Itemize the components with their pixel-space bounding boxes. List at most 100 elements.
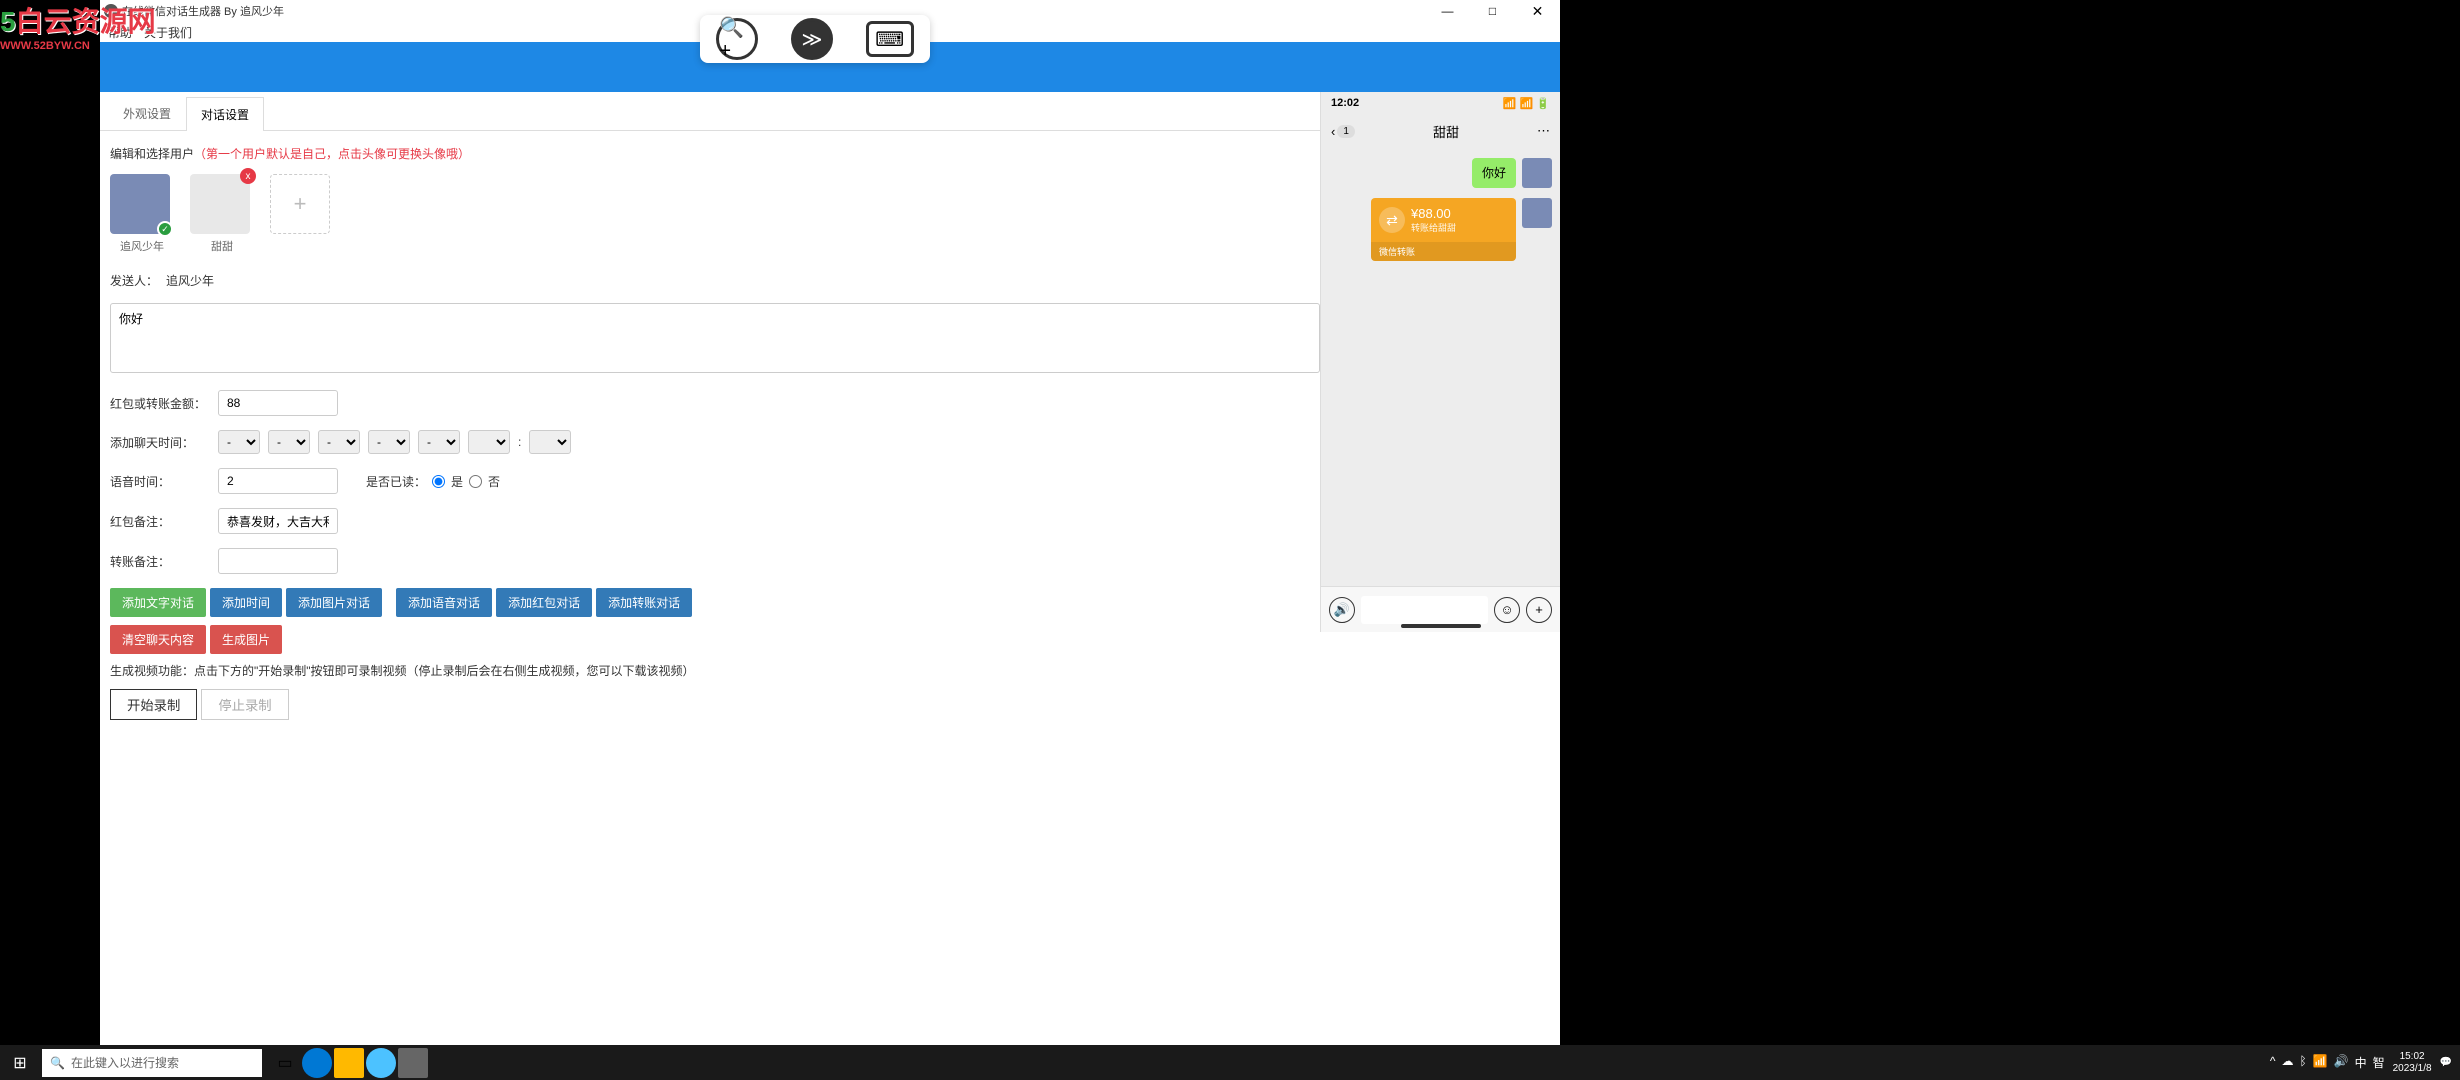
voice-label: 语音时间：: [110, 473, 210, 490]
transfer-row: ⇄ ¥88.00 转账给甜甜 微信转账: [1329, 198, 1552, 261]
time-select-6[interactable]: [468, 430, 510, 454]
tab-dialog[interactable]: 对话设置: [186, 97, 264, 131]
float-toolbar: 🔍+ ≫ ⌨: [700, 15, 930, 63]
minimize-button[interactable]: —: [1425, 0, 1470, 22]
phone-time: 12:02: [1331, 97, 1359, 109]
home-indicator: [1401, 624, 1481, 628]
plus-icon[interactable]: +: [270, 174, 330, 234]
transfer-avatar: [1522, 198, 1552, 228]
window-title: 在线微信对话生成器 By 追风少年: [122, 3, 284, 19]
tray-wifi-icon[interactable]: 📶: [2313, 1054, 2328, 1071]
redpacket-note-input[interactable]: [218, 508, 338, 534]
phone-back-button[interactable]: ‹ 1: [1331, 124, 1355, 139]
add-transfer-button[interactable]: 添加转账对话: [596, 588, 692, 617]
explorer-icon[interactable]: [334, 1048, 364, 1078]
search-placeholder: 在此键入以进行搜索: [71, 1054, 179, 1071]
edge-icon[interactable]: [302, 1048, 332, 1078]
time-select-7[interactable]: [529, 430, 571, 454]
start-button[interactable]: ⊞: [0, 1045, 40, 1080]
message-input[interactable]: 你好: [110, 303, 1320, 373]
check-icon: ✓: [157, 221, 173, 237]
tray-volume-icon[interactable]: 🔊: [2334, 1054, 2349, 1071]
amount-input[interactable]: [218, 390, 338, 416]
voice-input[interactable]: [218, 468, 338, 494]
right-black-bar: [1560, 0, 2460, 1045]
add-time-button[interactable]: 添加时间: [210, 588, 282, 617]
phone-signal-icons: 📶 📶 🔋: [1503, 97, 1550, 110]
read-yes-radio[interactable]: [432, 475, 445, 488]
redpacket-note-label: 红包备注：: [110, 513, 210, 530]
transfer-icon: ⇄: [1379, 207, 1405, 233]
avatar-self[interactable]: ✓: [110, 174, 170, 234]
left-black-bar: [0, 0, 100, 1045]
time-colon: :: [518, 435, 521, 449]
add-voice-button[interactable]: 添加语音对话: [396, 588, 492, 617]
tray-icons[interactable]: ^ ☁ ᛒ 📶 🔊 中 智: [2270, 1054, 2385, 1071]
read-radio-group: 是否已读： 是 否: [366, 473, 500, 490]
transfer-card[interactable]: ⇄ ¥88.00 转账给甜甜 微信转账: [1371, 198, 1516, 261]
task-icons: ▭: [270, 1048, 428, 1078]
read-label: 是否已读：: [366, 473, 426, 490]
taskbar-search[interactable]: 🔍 在此键入以进行搜索: [42, 1049, 262, 1077]
task-view-icon[interactable]: ▭: [270, 1048, 300, 1078]
add-user-card[interactable]: +: [270, 174, 334, 254]
time-label: 添加聊天时间：: [110, 434, 210, 451]
menu-about[interactable]: 关于我们: [144, 24, 192, 41]
remote-control-icon[interactable]: ≫: [791, 18, 833, 60]
remove-user-icon[interactable]: x: [240, 168, 256, 184]
plus-input-icon[interactable]: +: [1526, 597, 1552, 623]
menu-help[interactable]: 帮助: [108, 24, 132, 41]
time-select-3[interactable]: -: [318, 430, 360, 454]
user-name-other: 甜甜: [190, 238, 254, 254]
sender-value: 追风少年: [166, 272, 214, 289]
emoji-icon[interactable]: ☺: [1494, 597, 1520, 623]
app-window: 在线微信对话生成器 By 追风少年 — □ ✕ 帮助 关于我们 外观设置 对话设…: [100, 0, 1560, 1045]
amount-label: 红包或转账金额：: [110, 395, 210, 412]
taskbar: ⊞ 🔍 在此键入以进行搜索 ▭ ^ ☁ ᛒ 📶 🔊 中 智 15:02 2023…: [0, 1045, 2460, 1080]
phone-more-icon[interactable]: ⋯: [1537, 123, 1550, 139]
phone-status-bar: 12:02 📶 📶 🔋: [1321, 92, 1560, 114]
time-select-5[interactable]: -: [418, 430, 460, 454]
time-select-2[interactable]: -: [268, 430, 310, 454]
avatar-other[interactable]: x: [190, 174, 250, 234]
tray-ime2-icon[interactable]: 智: [2373, 1054, 2385, 1071]
message-bubble: 你好: [1472, 158, 1516, 188]
phone-body: 你好 ⇄ ¥88.00 转账给甜甜 微信转账: [1321, 148, 1560, 281]
zoom-in-icon[interactable]: 🔍+: [716, 18, 758, 60]
time-select-4[interactable]: -: [368, 430, 410, 454]
message-avatar: [1522, 158, 1552, 188]
transfer-label: 微信转账: [1371, 242, 1516, 261]
app-icon-1[interactable]: [366, 1048, 396, 1078]
app-icon: [104, 4, 118, 18]
transfer-sub: 转账给甜甜: [1411, 221, 1456, 234]
voice-input-icon[interactable]: 🔊: [1329, 597, 1355, 623]
transfer-note-label: 转账备注：: [110, 553, 210, 570]
tray-ime-icon[interactable]: 中: [2355, 1054, 2367, 1071]
tray-cloud-icon[interactable]: ☁: [2281, 1054, 2293, 1071]
read-no-radio[interactable]: [469, 475, 482, 488]
app-icon-2[interactable]: [398, 1048, 428, 1078]
add-image-button[interactable]: 添加图片对话: [286, 588, 382, 617]
clear-button[interactable]: 清空聊天内容: [110, 625, 206, 654]
tab-appearance[interactable]: 外观设置: [108, 96, 186, 130]
tray-bluetooth-icon[interactable]: ᛒ: [2299, 1054, 2306, 1071]
add-text-button[interactable]: 添加文字对话: [110, 588, 206, 617]
sender-label: 发送人：: [110, 272, 158, 289]
add-redpacket-button[interactable]: 添加红包对话: [496, 588, 592, 617]
tray-up-icon[interactable]: ^: [2270, 1054, 2276, 1071]
gen-image-button[interactable]: 生成图片: [210, 625, 282, 654]
close-button[interactable]: ✕: [1515, 0, 1560, 22]
phone-header: ‹ 1 甜甜 ⋯: [1321, 114, 1560, 148]
tray-clock[interactable]: 15:02 2023/1/8: [2393, 1051, 2432, 1075]
transfer-note-input[interactable]: [218, 548, 338, 574]
user-card-other[interactable]: x 甜甜: [190, 174, 254, 254]
transfer-amount: ¥88.00: [1411, 206, 1456, 221]
notification-icon[interactable]: 💬: [2440, 1057, 2452, 1068]
start-record-button[interactable]: 开始录制: [110, 689, 197, 720]
maximize-button[interactable]: □: [1470, 0, 1515, 22]
user-card-self[interactable]: ✓ 追风少年: [110, 174, 174, 254]
phone-preview: 12:02 📶 📶 🔋 ‹ 1 甜甜 ⋯ 你好 ⇄ ¥88.00: [1320, 92, 1560, 632]
keyboard-icon[interactable]: ⌨: [866, 21, 914, 57]
time-select-1[interactable]: -: [218, 430, 260, 454]
phone-text-input[interactable]: [1361, 596, 1488, 624]
